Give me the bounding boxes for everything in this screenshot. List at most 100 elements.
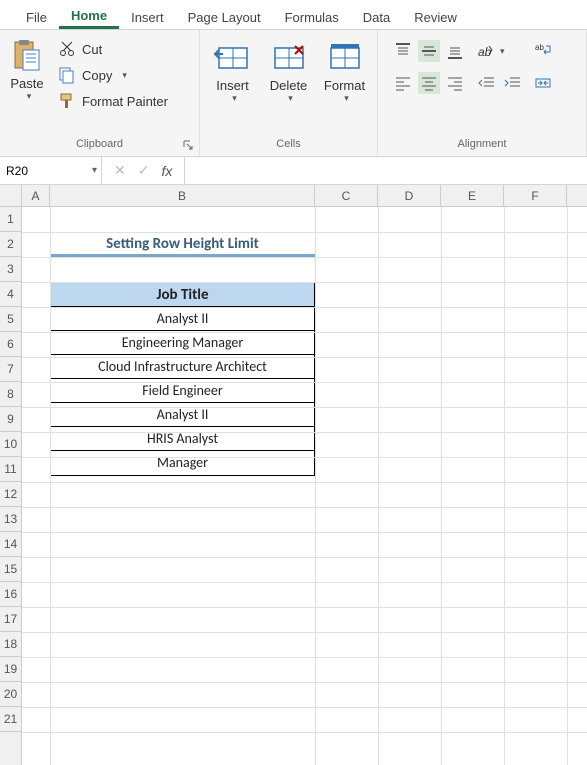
delete-cells-icon [269,40,309,76]
merge-center-button[interactable] [534,72,552,94]
dialog-launcher-icon[interactable] [181,138,195,152]
insert-cells-button[interactable]: Insert ▾ [209,40,257,134]
chevron-down-icon: ▾ [232,93,237,104]
row-header-7[interactable]: 7 [0,357,21,382]
orientation-button[interactable]: ab ▾ [476,40,524,62]
table-header: Job Title [51,283,314,307]
align-left-icon[interactable] [392,72,414,94]
tab-formulas[interactable]: Formulas [273,4,351,29]
clipboard-group-label: Clipboard [0,136,199,154]
copy-label: Copy [82,68,112,83]
row-header-21[interactable]: 21 [0,707,21,732]
align-right-icon[interactable] [444,72,466,94]
sheet-title: Setting Row Height Limit [50,234,315,257]
name-box-input[interactable] [6,164,66,178]
cells-group: Insert ▾ Delete ▾ Format ▾ Cells [200,30,378,156]
col-header-E[interactable]: E [441,185,504,206]
table-row: HRIS Analyst [51,427,314,451]
paste-button[interactable]: Paste ▾ [6,34,48,134]
table-row: Cloud Infrastructure Architect [51,355,314,379]
painter-label: Format Painter [82,94,168,109]
fx-icon[interactable]: fx [161,163,172,179]
chevron-down-icon: ▾ [27,91,32,102]
insert-label: Insert [216,78,249,93]
copy-button[interactable]: Copy ▾ [54,64,172,86]
tab-insert[interactable]: Insert [119,4,176,29]
paintbrush-icon [58,92,76,110]
sheet-area: 123456789101112131415161718192021 ABCDEF… [0,185,587,765]
row-header-14[interactable]: 14 [0,532,21,557]
align-top-icon[interactable] [392,40,414,62]
row-header-12[interactable]: 12 [0,482,21,507]
row-header-10[interactable]: 10 [0,432,21,457]
format-painter-button[interactable]: Format Painter [54,90,172,112]
row-header-6[interactable]: 6 [0,332,21,357]
align-center-icon[interactable] [418,72,440,94]
format-label: Format [324,78,365,93]
delete-label: Delete [270,78,308,93]
col-header-F[interactable]: F [504,185,567,206]
paste-icon [11,38,43,74]
scissors-icon [58,40,76,58]
col-header-D[interactable]: D [378,185,441,206]
ribbon-body: Paste ▾ Cut Copy ▾ Format Painter C [0,30,587,157]
grid[interactable]: ABCDEF Setting Row Height Limit Job Titl… [22,185,587,765]
col-header-B[interactable]: B [50,185,315,206]
clipboard-group: Paste ▾ Cut Copy ▾ Format Painter C [0,30,200,156]
row-header-20[interactable]: 20 [0,682,21,707]
alignment-group: ab ▾ ab Alignment [378,30,587,156]
enter-formula-icon[interactable]: ✓ [138,162,150,179]
format-cells-icon [325,40,365,76]
row-header-4[interactable]: 4 [0,282,21,307]
decrease-indent-icon[interactable] [476,72,498,94]
align-bottom-icon[interactable] [444,40,466,62]
wrap-text-button[interactable]: ab [534,40,552,62]
row-header-16[interactable]: 16 [0,582,21,607]
tab-page-layout[interactable]: Page Layout [176,4,273,29]
cut-button[interactable]: Cut [54,38,172,60]
row-header-17[interactable]: 17 [0,607,21,632]
format-cells-button[interactable]: Format ▾ [321,40,369,134]
col-header-C[interactable]: C [315,185,378,206]
formula-bar: ▾ ✕ ✓ fx [0,157,587,185]
delete-cells-button[interactable]: Delete ▾ [265,40,313,134]
row-header-9[interactable]: 9 [0,407,21,432]
row-header-8[interactable]: 8 [0,382,21,407]
col-headers: ABCDEF [22,185,587,207]
row-header-15[interactable]: 15 [0,557,21,582]
row-header-5[interactable]: 5 [0,307,21,332]
tab-review[interactable]: Review [402,4,469,29]
data-table: Job Title Analyst IIEngineering ManagerC… [50,282,315,476]
chevron-down-icon[interactable]: ▾ [92,165,97,176]
copy-icon [58,66,76,84]
table-row: Engineering Manager [51,331,314,355]
name-box[interactable]: ▾ [0,157,102,184]
row-header-13[interactable]: 13 [0,507,21,532]
chevron-down-icon: ▾ [122,70,127,81]
row-header-1[interactable]: 1 [0,207,21,232]
chevron-down-icon: ▾ [288,93,293,104]
paste-label: Paste [10,76,43,91]
table-row: Manager [51,451,314,475]
row-header-19[interactable]: 19 [0,657,21,682]
chevron-down-icon: ▾ [344,93,349,104]
row-headers: 123456789101112131415161718192021 [0,185,22,765]
row-header-3[interactable]: 3 [0,257,21,282]
row-header-2[interactable]: 2 [0,232,21,257]
align-middle-icon[interactable] [418,40,440,62]
svg-text:ab: ab [535,43,544,52]
formula-input[interactable] [185,157,587,184]
alignment-group-label: Alignment [378,136,586,154]
ribbon-tabs: File Home Insert Page Layout Formulas Da… [0,0,587,30]
table-row: Analyst II [51,307,314,331]
tab-data[interactable]: Data [351,4,402,29]
row-header-18[interactable]: 18 [0,632,21,657]
tab-home[interactable]: Home [59,2,119,29]
increase-indent-icon[interactable] [502,72,524,94]
row-header-11[interactable]: 11 [0,457,21,482]
tab-file[interactable]: File [14,4,59,29]
col-header-A[interactable]: A [22,185,50,206]
select-all-corner[interactable] [0,185,21,207]
cancel-formula-icon[interactable]: ✕ [114,162,126,179]
cut-label: Cut [82,42,102,57]
